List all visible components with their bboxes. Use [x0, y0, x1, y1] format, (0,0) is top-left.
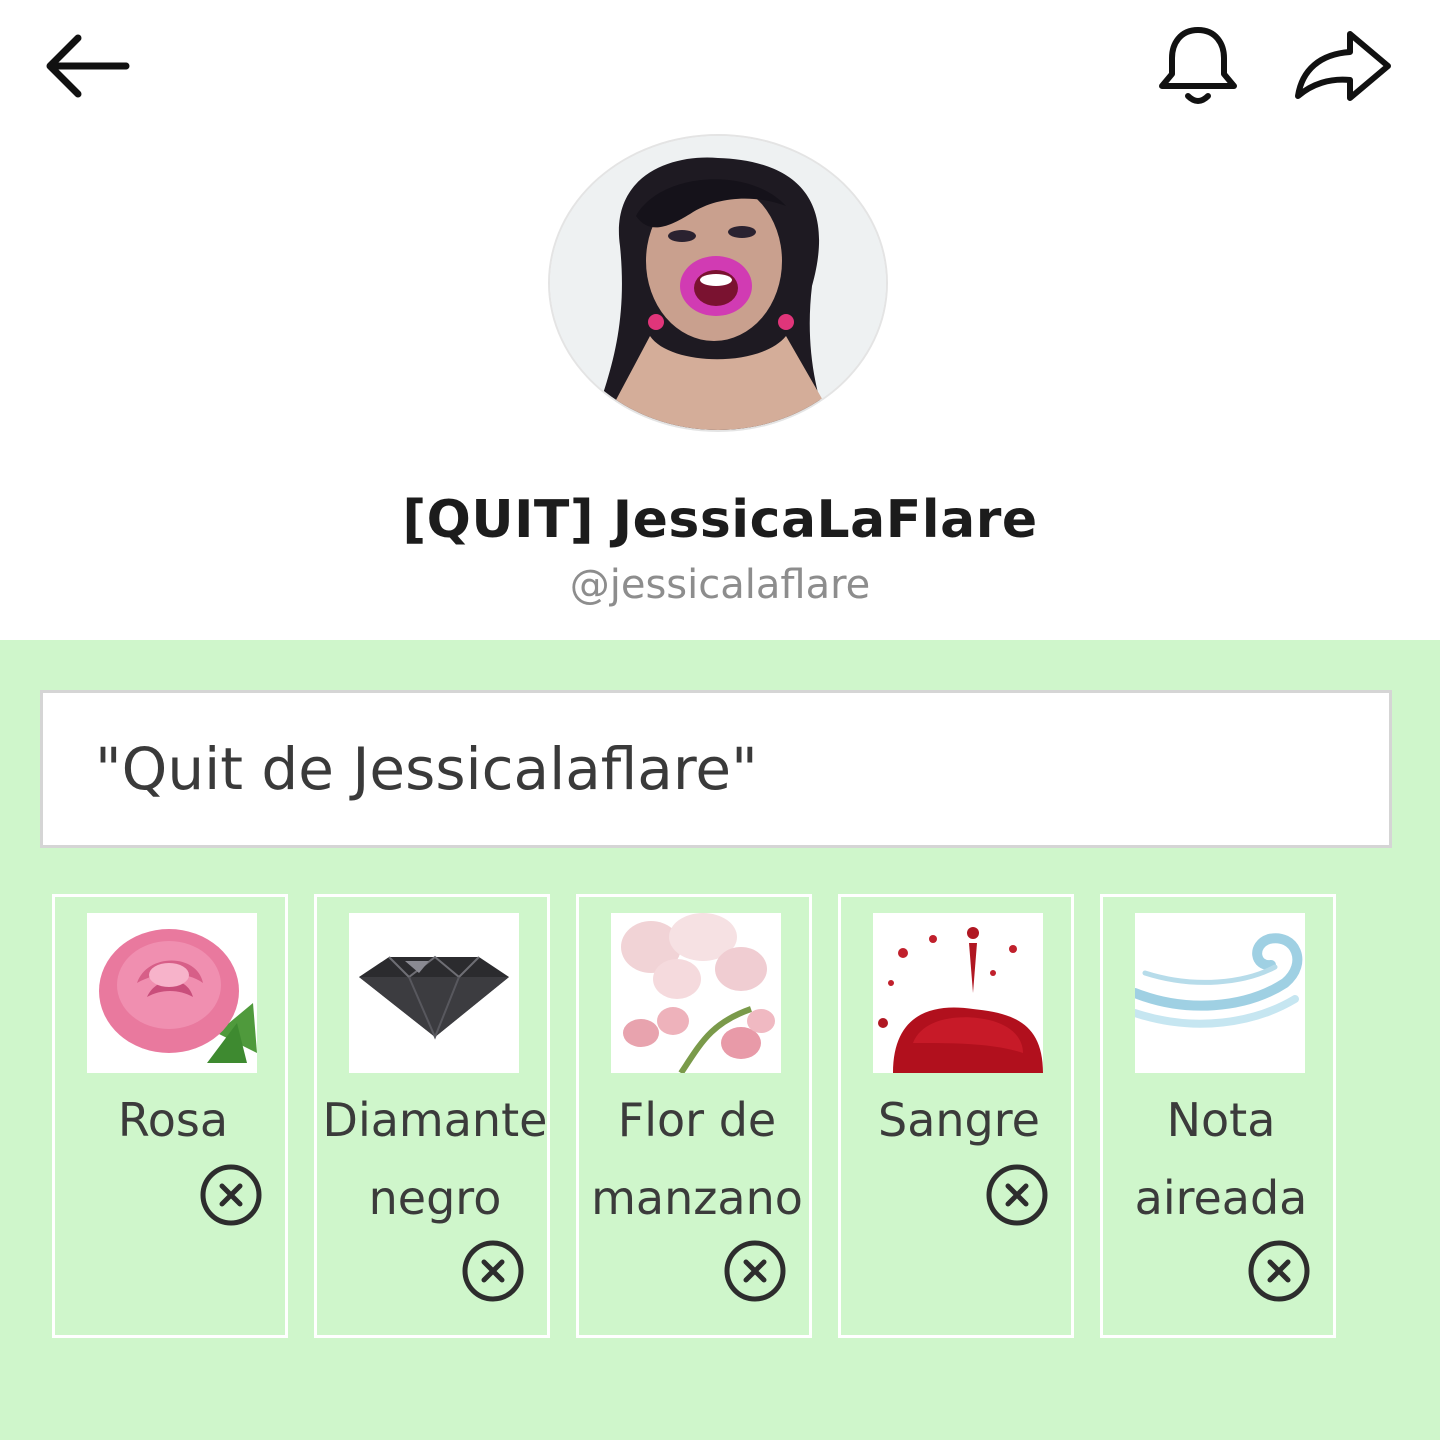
item-label: Flor de manzano [591, 1093, 803, 1225]
close-circle-icon[interactable] [985, 1163, 1049, 1227]
bell-icon [1159, 27, 1237, 104]
air-swirl-image [1135, 913, 1305, 1073]
blood-splatter-image [873, 913, 1043, 1073]
item-card-diamante-negro[interactable]: Diamante negro [314, 894, 550, 1338]
username-handle: @jessicalaflare [569, 562, 871, 608]
notifications-button[interactable] [1152, 22, 1244, 108]
rose-image [87, 913, 257, 1073]
item-card-rosa[interactable]: Rosa [52, 894, 288, 1338]
item-card-flor-de-manzano[interactable]: Flor de manzano [576, 894, 812, 1338]
black-diamond-image [349, 913, 519, 1073]
close-circle-icon[interactable] [461, 1239, 525, 1303]
item-label: Rosa [117, 1093, 229, 1147]
back-button[interactable] [38, 28, 134, 104]
item-card-sangre[interactable]: Sangre [838, 894, 1074, 1338]
item-label: Nota aireada [1134, 1093, 1308, 1225]
item-label: Sangre [878, 1093, 1040, 1147]
display-name: [QUIT] JessicaLaFlare [402, 490, 1038, 550]
share-icon [1295, 31, 1391, 101]
item-card-nota-aireada[interactable]: Nota aireada [1100, 894, 1336, 1338]
share-button[interactable] [1292, 26, 1394, 106]
close-circle-icon[interactable] [723, 1239, 787, 1303]
quit-panel: "Quit de Jessicalaflare" Rosa Diamante n… [0, 640, 1440, 1440]
item-label: Diamante negro [322, 1093, 548, 1225]
avatar[interactable] [548, 134, 888, 432]
apple-blossom-image [611, 913, 781, 1073]
close-circle-icon[interactable] [199, 1163, 263, 1227]
arrow-left-icon [46, 34, 130, 98]
title-field[interactable]: "Quit de Jessicalaflare" [40, 690, 1392, 848]
top-bar [0, 0, 1440, 130]
avatar-photo [550, 136, 886, 430]
close-circle-icon[interactable] [1247, 1239, 1311, 1303]
